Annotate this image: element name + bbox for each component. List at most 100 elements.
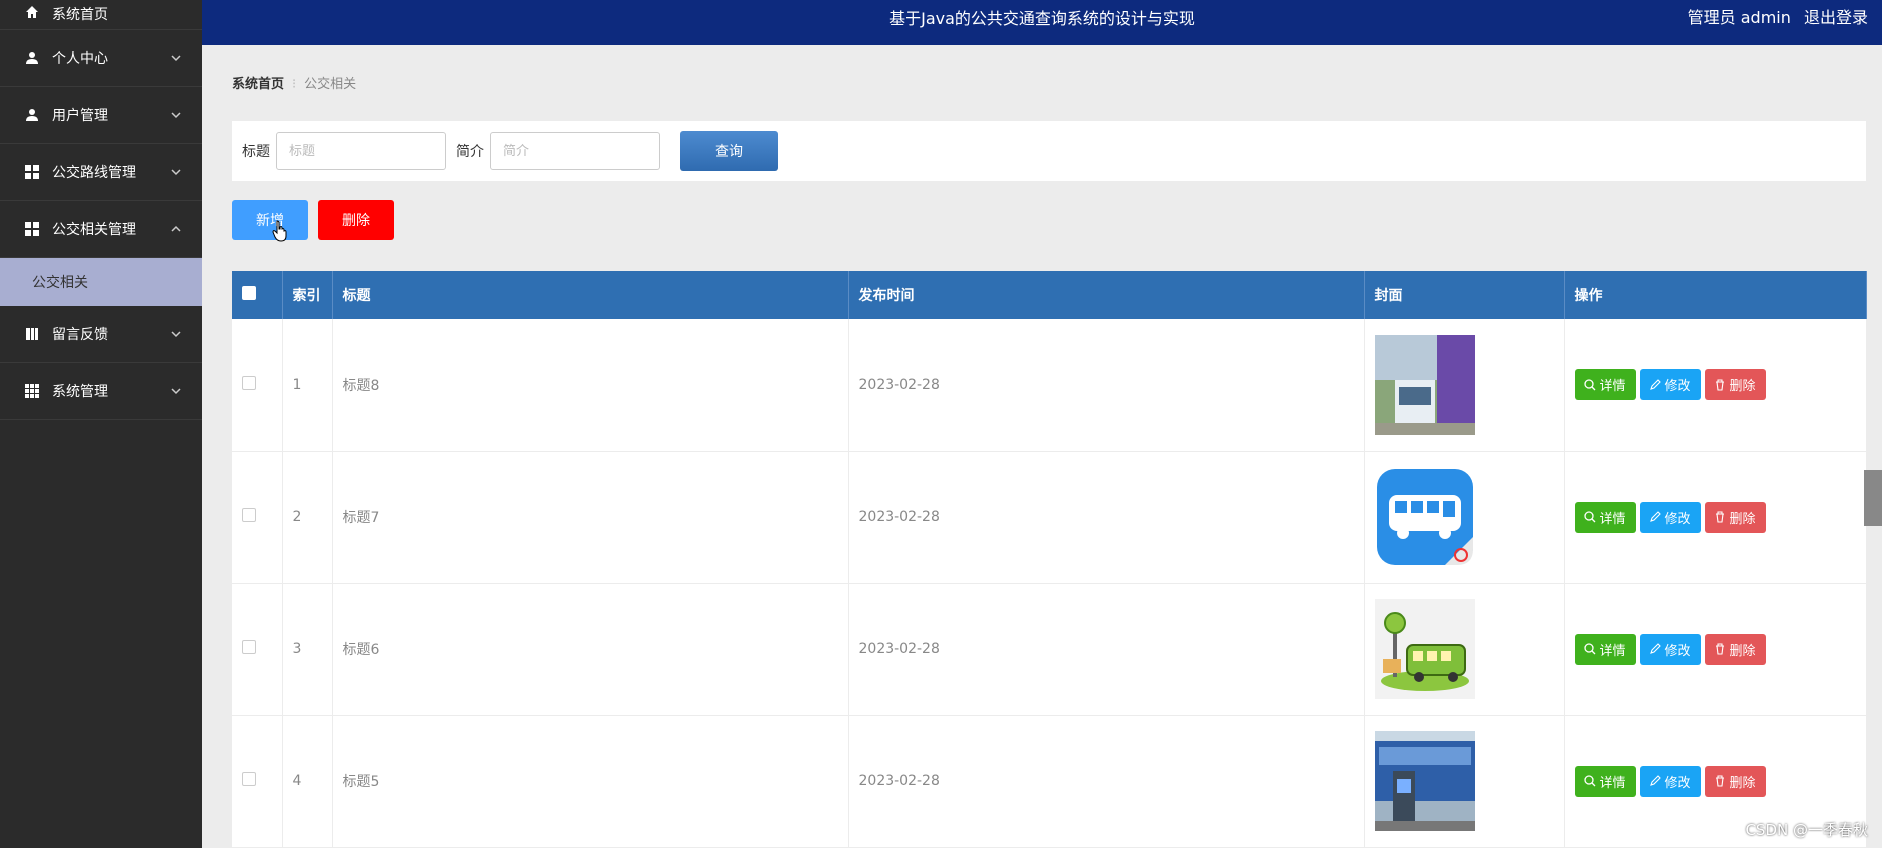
batch-delete-button[interactable]: 删除 <box>318 200 394 240</box>
edit-icon <box>1650 511 1662 522</box>
date-cell: 2023-02-28 <box>848 583 1365 716</box>
delete-button[interactable]: 删除 <box>1704 369 1766 401</box>
sidebar-subitem-bus-related[interactable]: 公交相关 <box>0 258 202 306</box>
trash-icon <box>1716 511 1725 523</box>
table-row: 2 标题7 2023-02-28 详情 修改 删除 <box>232 451 1867 584</box>
sidebar-item-label: 用户管理 <box>52 108 108 124</box>
edit-button[interactable]: 修改 <box>1639 501 1701 533</box>
sidebar-item-label: 个人中心 <box>52 51 108 67</box>
bus-photo-image <box>1374 334 1475 435</box>
trash-icon <box>1716 643 1725 655</box>
search-icon <box>1584 511 1596 523</box>
breadcrumb-current: 公交相关 <box>304 77 357 92</box>
title-cell: 标题8 <box>332 319 849 452</box>
user-area: 管理员 admin 退出登录 <box>1680 4 1868 28</box>
sidebar-item-label: 公交路线管理 <box>52 165 136 181</box>
edit-label: 修改 <box>1664 775 1691 791</box>
data-table: 索引 标题 发布时间 封面 操作 1 标题8 2023-02-28 详情 修改 … <box>232 271 1867 848</box>
detail-label: 详情 <box>1599 643 1626 659</box>
column-header-index: 索引 <box>282 271 333 319</box>
row-select-cell <box>232 583 283 716</box>
delete-label: 删除 <box>1729 511 1756 527</box>
select-all-cell <box>232 271 283 319</box>
hand-cursor-icon <box>272 220 287 242</box>
query-button[interactable]: 查询 <box>680 131 778 171</box>
sidebar-item-personal-center[interactable]: 个人中心 <box>0 30 202 87</box>
edit-button[interactable]: 修改 <box>1639 369 1701 401</box>
intro-search-input[interactable] <box>490 132 660 170</box>
bus-station-photo-image <box>1374 731 1475 831</box>
actions-cell: 详情 修改 删除 <box>1564 583 1867 716</box>
detail-label: 详情 <box>1599 511 1626 527</box>
add-button[interactable]: 新增 <box>232 200 308 240</box>
trash-icon <box>1716 379 1725 391</box>
scrollbar-thumb[interactable] <box>1864 470 1882 526</box>
date-cell: 2023-02-28 <box>848 715 1365 848</box>
trash-icon <box>1716 775 1725 787</box>
chevron-down-icon <box>171 112 181 119</box>
detail-label: 详情 <box>1599 379 1626 395</box>
sidebar-item-feedback[interactable]: 留言反馈 <box>0 306 202 363</box>
edit-label: 修改 <box>1664 643 1691 659</box>
user-icon <box>24 50 40 66</box>
cover-cell <box>1364 319 1565 452</box>
edit-icon <box>1650 378 1662 390</box>
top-header: 基于Java的公共交通查询系统的设计与实现 管理员 admin 退出登录 <box>202 0 1882 45</box>
row-select-cell <box>232 319 283 452</box>
sidebar-item-label: 系统首页 <box>52 7 108 23</box>
logout-link[interactable]: 退出登录 <box>1804 8 1868 27</box>
table-header-row: 索引 标题 发布时间 封面 操作 <box>232 271 1867 319</box>
actions-cell: 详情 修改 删除 <box>1564 319 1867 452</box>
column-header-cover: 封面 <box>1364 271 1565 319</box>
intro-label: 简介 <box>456 144 484 160</box>
date-cell: 2023-02-28 <box>848 319 1365 452</box>
sidebar-item-system-management[interactable]: 系统管理 <box>0 363 202 420</box>
grid-icon <box>24 221 40 237</box>
select-all-checkbox[interactable] <box>242 286 256 300</box>
cover-cell <box>1364 715 1565 848</box>
search-bar: 标题 简介 查询 <box>232 121 1866 181</box>
detail-button[interactable]: 详情 <box>1574 633 1636 665</box>
delete-button[interactable]: 删除 <box>1704 501 1766 533</box>
sidebar-item-bus-related-management[interactable]: 公交相关管理 <box>0 201 202 258</box>
book-icon <box>24 326 40 342</box>
edit-button[interactable]: 修改 <box>1639 633 1701 665</box>
sidebar: 系统首页 个人中心 用户管理 公交路线管理 公交相关管理 公交相关 留言反馈 系… <box>0 0 202 848</box>
edit-icon <box>1650 643 1662 654</box>
detail-button[interactable]: 详情 <box>1574 765 1636 797</box>
breadcrumb-separator: ⁝ <box>292 77 297 92</box>
sidebar-item-user-management[interactable]: 用户管理 <box>0 87 202 144</box>
breadcrumb-home[interactable]: 系统首页 <box>232 77 284 92</box>
delete-label: 删除 <box>1729 379 1756 395</box>
index-cell: 3 <box>282 583 333 716</box>
row-checkbox[interactable] <box>242 508 256 522</box>
table-row: 4 标题5 2023-02-28 详情 修改 删除 <box>232 715 1867 848</box>
delete-label: 删除 <box>1729 775 1756 791</box>
table-icon <box>24 383 40 399</box>
title-cell: 标题5 <box>332 715 849 848</box>
delete-button[interactable]: 删除 <box>1704 765 1766 797</box>
detail-button[interactable]: 详情 <box>1574 501 1636 533</box>
row-checkbox[interactable] <box>242 640 256 654</box>
index-cell: 1 <box>282 319 333 452</box>
delete-button[interactable]: 删除 <box>1704 633 1766 665</box>
table-row: 1 标题8 2023-02-28 详情 修改 删除 <box>232 319 1867 452</box>
table-row: 3 标题6 2023-02-28 详情 修改 删除 <box>232 583 1867 716</box>
cover-cell <box>1364 583 1565 716</box>
chevron-up-icon <box>171 225 181 232</box>
title-cell: 标题6 <box>332 583 849 716</box>
actions-cell: 详情 修改 删除 <box>1564 451 1867 584</box>
chevron-down-icon <box>171 55 181 62</box>
sidebar-item-home[interactable]: 系统首页 <box>0 0 202 30</box>
row-checkbox[interactable] <box>242 772 256 786</box>
edit-label: 修改 <box>1664 379 1691 395</box>
edit-label: 修改 <box>1664 511 1691 527</box>
chevron-down-icon <box>171 169 181 176</box>
edit-button[interactable]: 修改 <box>1639 765 1701 797</box>
row-checkbox[interactable] <box>242 375 256 390</box>
detail-button[interactable]: 详情 <box>1574 369 1636 401</box>
detail-label: 详情 <box>1599 775 1626 791</box>
sidebar-item-route-management[interactable]: 公交路线管理 <box>0 144 202 201</box>
search-icon <box>1584 643 1596 655</box>
title-search-input[interactable] <box>276 132 446 170</box>
